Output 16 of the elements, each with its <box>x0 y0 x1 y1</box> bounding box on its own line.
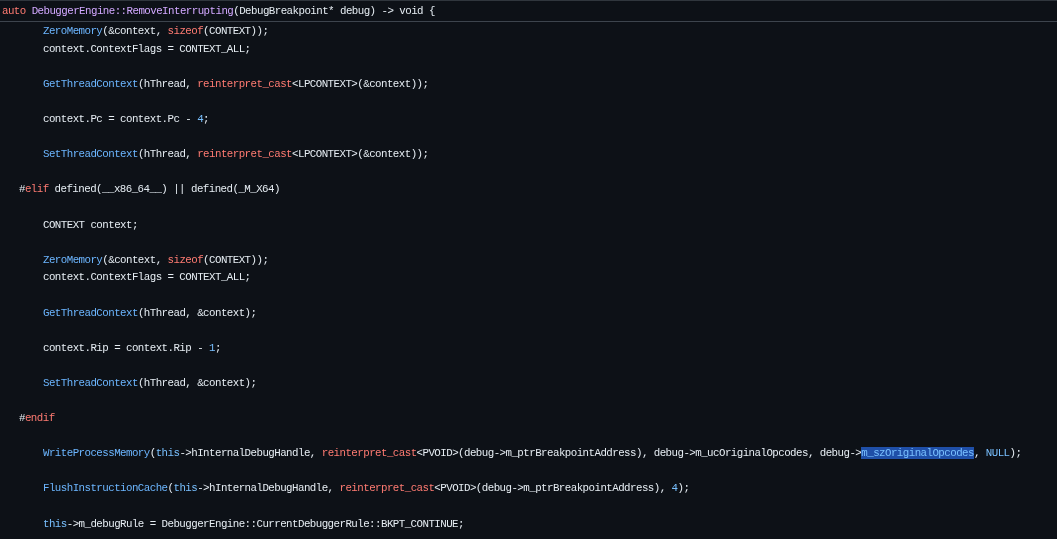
code-line: SetThreadContext(hThread, &context); <box>43 376 257 389</box>
code-line: CONTEXT context; <box>43 218 138 231</box>
code-line: #elif defined(__x86_64__) || defined(_M_X64) <box>19 183 280 196</box>
code-line: #endif <box>19 412 55 425</box>
code-line: ZeroMemory(&context, sizeof(CONTEXT)); <box>43 253 269 266</box>
code-line: context.Rip = context.Rip - 1; <box>43 341 221 354</box>
code-line: context.ContextFlags = CONTEXT_ALL; <box>43 42 251 55</box>
code-line: GetThreadContext(hThread, reinterpret_cast<LPCONTEXT>(&context)); <box>43 77 429 90</box>
code-line: this->m_debugRule = DebuggerEngine::CurrentDebuggerRule::BKPT_CONTINUE; <box>43 517 464 530</box>
code-line: FlushInstructionCache(this->hInternalDebugHandle, reinterpret_cast<PVOID>(debug->m_ptrBreakpointAddress), 4); <box>43 482 690 495</box>
code-line: ZeroMemory(&context, sizeof(CONTEXT)); <box>43 25 269 37</box>
code-line: GetThreadContext(hThread, &context); <box>43 306 257 319</box>
sticky-header: auto DebuggerEngine::RemoveInterrupting(DebugBreakpoint* debug) -> void { <box>0 0 1057 22</box>
code-line: context.Pc = context.Pc - 4; <box>43 112 210 125</box>
code-line: context.ContextFlags = CONTEXT_ALL; <box>43 271 251 284</box>
code-line: SetThreadContext(hThread, reinterpret_cast<LPCONTEXT>(&context)); <box>43 148 429 161</box>
